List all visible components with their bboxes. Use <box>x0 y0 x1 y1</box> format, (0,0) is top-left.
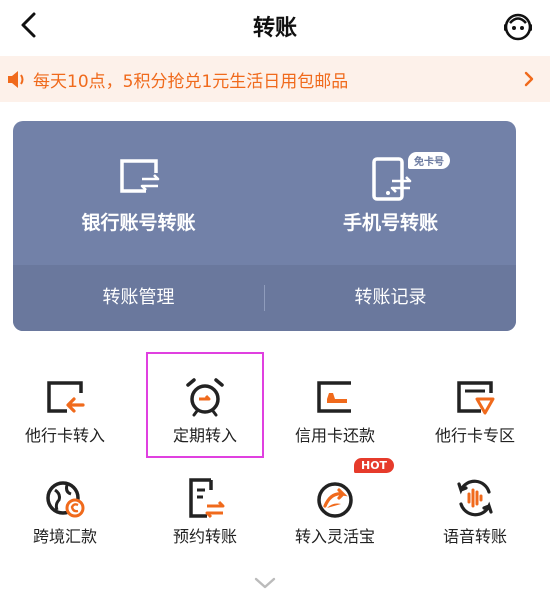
phone-icon <box>371 157 411 201</box>
robot-icon[interactable] <box>500 8 536 44</box>
grid-label: 语音转账 <box>442 527 507 546</box>
voice-transfer-icon <box>457 479 493 517</box>
grid-label: 定期转入 <box>172 426 237 445</box>
card-arrow-in-icon <box>47 381 85 413</box>
scheduled-transfer-icon <box>189 478 225 519</box>
alarm-clock-icon <box>186 378 224 417</box>
hot-badge: HOT <box>354 458 395 473</box>
grid-item-scheduled-transfer[interactable]: 预约转账 <box>140 468 270 558</box>
globe-exchange-icon <box>46 481 85 518</box>
phone-transfer-label: 手机号转账 <box>342 212 438 234</box>
chevron-down-icon[interactable] <box>253 574 277 592</box>
page-title: 转账 <box>252 16 297 41</box>
phone-transfer-button[interactable]: 免卡号 手机号转账 <box>265 121 516 265</box>
top-bar: 转账 <box>0 0 550 52</box>
grid-label: 转入灵活宝 <box>294 527 375 546</box>
grid-label: 他行卡专区 <box>434 426 515 445</box>
grid-item-flexible-treasure[interactable]: HOT 转入灵活宝 <box>270 458 400 558</box>
card-shield-icon <box>457 381 495 415</box>
grid-item-credit-card-repay[interactable]: 信用卡还款 <box>270 367 400 457</box>
grid-label: 信用卡还款 <box>294 426 375 445</box>
transfer-management-button[interactable]: 转账管理 <box>13 265 264 331</box>
transfer-card: 银行账号转账 免卡号 手机号转账 转账管理 转账记录 <box>13 121 516 331</box>
grid-label: 他行卡转入 <box>24 426 105 445</box>
grid-item-cross-border[interactable]: 跨境汇款 <box>0 468 130 558</box>
bank-card-icon <box>119 159 159 193</box>
notice-text: 每天10点，5积分抢兑1元生活日用包邮品 <box>33 72 349 92</box>
grid-item-other-bank-zone[interactable]: 他行卡专区 <box>410 367 540 457</box>
grid-label: 跨境汇款 <box>32 527 97 546</box>
flexible-treasure-icon <box>317 482 353 518</box>
bank-account-transfer-button[interactable]: 银行账号转账 <box>13 121 264 265</box>
no-card-badge: 免卡号 <box>408 152 450 169</box>
grid-label: 预约转账 <box>172 527 237 546</box>
notice-bar[interactable]: 每天10点，5积分抢兑1元生活日用包邮品 <box>0 56 550 102</box>
grid-item-voice-transfer[interactable]: 语音转账 <box>410 468 540 558</box>
bank-transfer-label: 银行账号转账 <box>81 212 196 234</box>
chevron-right-icon <box>524 71 534 87</box>
grid-item-other-bank-in[interactable]: 他行卡转入 <box>0 367 130 457</box>
grid-item-fixed-deposit-in[interactable]: 定期转入 <box>140 367 270 457</box>
transfer-sub-actions: 转账管理 转账记录 <box>13 265 516 331</box>
speaker-icon <box>8 71 24 88</box>
transfer-records-button[interactable]: 转账记录 <box>265 265 516 331</box>
transfer-options: 银行账号转账 免卡号 手机号转账 <box>13 121 516 265</box>
credit-card-icon <box>317 381 351 413</box>
